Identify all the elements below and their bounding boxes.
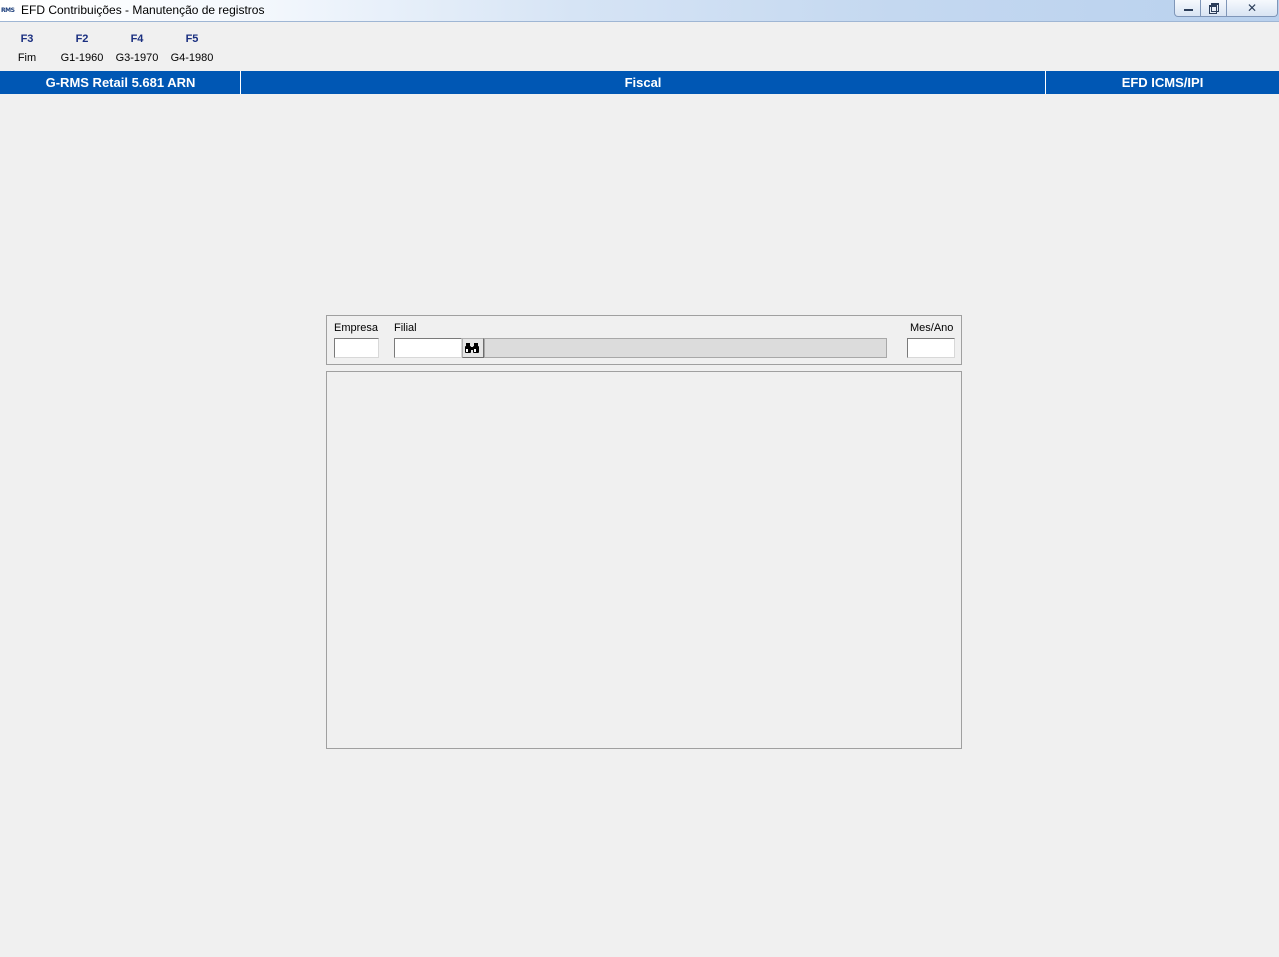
restore-button[interactable] — [1200, 0, 1227, 17]
module-name-label: Fiscal — [241, 71, 1046, 94]
window-title-bar[interactable]: RMS EFD Contribuições - Manutenção de re… — [0, 0, 1279, 22]
filial-search-button[interactable] — [462, 338, 484, 358]
system-version-label: G-RMS Retail 5.681 ARN — [1, 71, 241, 94]
records-panel — [326, 371, 962, 749]
fkey-key: F4 — [130, 33, 144, 45]
empresa-label: Empresa — [334, 322, 379, 334]
fkey-label: Fim — [17, 52, 37, 64]
submodule-name-label: EFD ICMS/IPI — [1121, 75, 1204, 90]
filial-description-field — [484, 338, 887, 358]
close-button[interactable]: ✕ — [1226, 0, 1278, 17]
fkey-key: F3 — [20, 33, 34, 45]
fkey-f2-g1-1960[interactable]: F2 G1-1960 — [59, 31, 105, 65]
fkey-f3-fim[interactable]: F3 Fim — [13, 31, 41, 65]
module-header-bar: G-RMS Retail 5.681 ARN Fiscal EFD ICMS/I… — [0, 71, 1279, 94]
close-icon: ✕ — [1246, 1, 1258, 15]
fkey-f5-g4-1980[interactable]: F5 G4-1980 — [169, 31, 215, 65]
rms-app-icon: RMS — [1, 7, 15, 14]
filter-group: Empresa Filial Mes/Ano — [326, 315, 962, 365]
fkey-key: F5 — [185, 33, 199, 45]
fkey-label: G1-1960 — [60, 52, 104, 64]
fkey-f4-g3-1970[interactable]: F4 G3-1970 — [114, 31, 160, 65]
minimize-button[interactable] — [1174, 0, 1201, 17]
filial-label: Filial — [394, 322, 417, 334]
binoculars-icon — [465, 343, 479, 353]
filial-input[interactable] — [394, 338, 462, 358]
empresa-input[interactable] — [334, 338, 379, 358]
fkey-label: G3-1970 — [115, 52, 159, 64]
mes-ano-label: Mes/Ano — [910, 322, 954, 334]
fkey-key: F2 — [75, 33, 89, 45]
window-title: EFD Contribuições - Manutenção de regist… — [21, 3, 265, 17]
mes-ano-input[interactable] — [907, 338, 955, 358]
fkey-label: G4-1980 — [170, 52, 214, 64]
